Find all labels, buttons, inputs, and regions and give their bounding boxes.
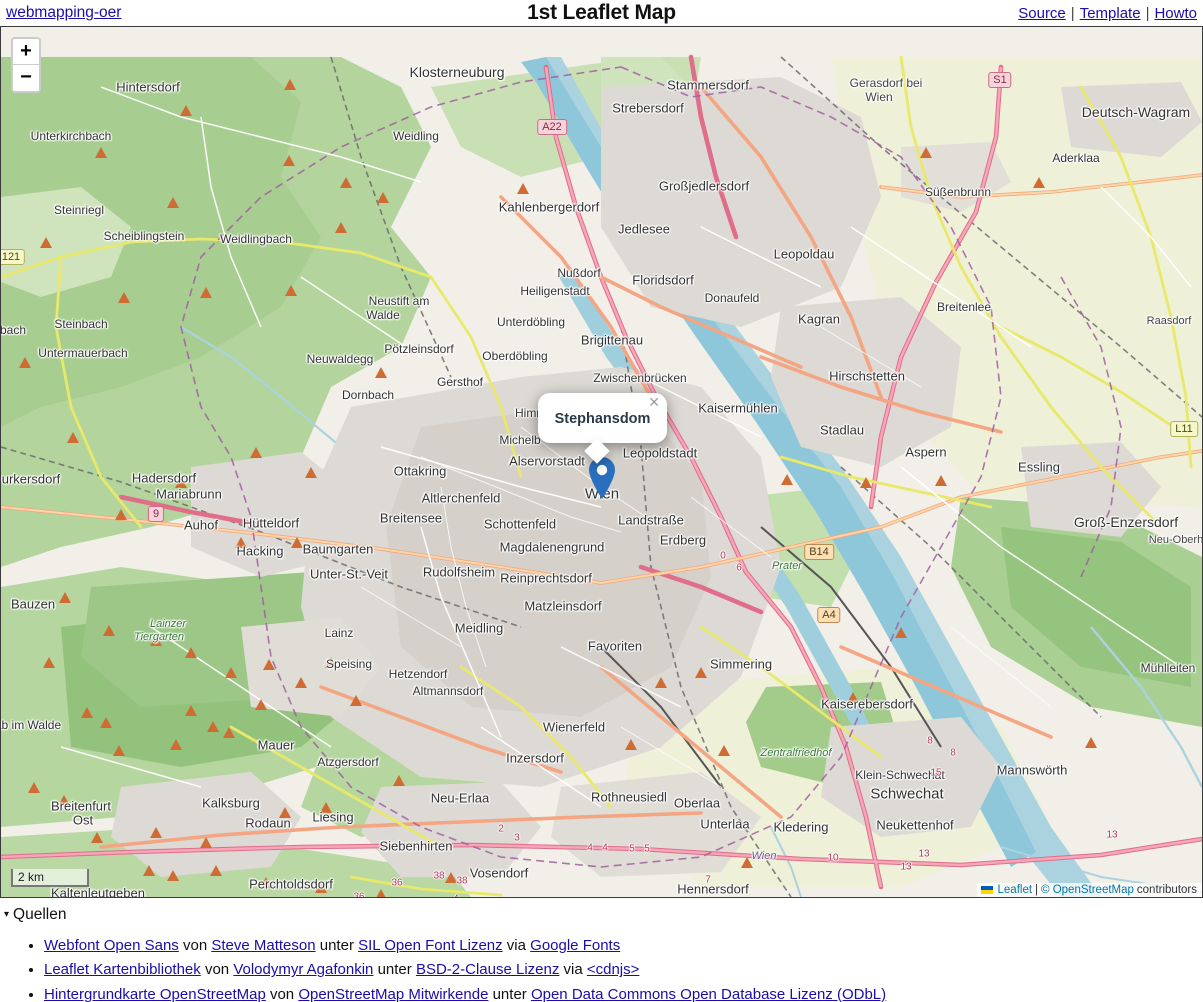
- source-link[interactable]: BSD-2-Clause Lizenz: [416, 961, 559, 978]
- map-attribution: Leaflet | © OpenStreetMap contributors: [976, 883, 1202, 897]
- nav-link-source[interactable]: Source: [1018, 5, 1066, 22]
- source-link[interactable]: SIL Open Font Lizenz: [358, 937, 503, 954]
- source-list-item: Hintergrundkarte OpenStreetMap von OpenS…: [44, 983, 1203, 1002]
- source-text: via: [502, 937, 531, 954]
- source-link[interactable]: Volodymyr Agafonkin: [233, 961, 373, 978]
- source-link[interactable]: <cdnjs>: [587, 961, 640, 978]
- zoom-in-button[interactable]: +: [13, 39, 39, 65]
- brand-link[interactable]: webmapping-oer: [6, 4, 121, 22]
- zoom-control: + −: [11, 37, 41, 93]
- close-icon[interactable]: ✕: [648, 395, 660, 409]
- popup-title: Stephansdom: [554, 411, 651, 427]
- map-popup[interactable]: ✕ Stephansdom: [538, 393, 667, 464]
- source-text: unter: [315, 937, 359, 954]
- chevron-down-icon: ▾: [4, 908, 10, 920]
- source-list-item: Webfont Open Sans von Steve Matteson unt…: [44, 934, 1203, 958]
- map-marker-pin[interactable]: [589, 457, 615, 499]
- sources-section: ▾ Quellen Webfont Open Sans von Steve Ma…: [0, 898, 1203, 1002]
- leaflet-link[interactable]: Leaflet: [998, 884, 1033, 896]
- source-link[interactable]: Leaflet Kartenbibliothek: [44, 961, 201, 978]
- source-text: von: [200, 961, 234, 979]
- source-link[interactable]: Hintergrundkarte OpenStreetMap: [44, 986, 266, 1002]
- sources-disclosure[interactable]: ▾ Quellen: [4, 906, 1203, 924]
- source-text: von: [265, 985, 299, 1002]
- zoom-out-button[interactable]: −: [13, 65, 39, 91]
- openstreetmap-link[interactable]: © OpenStreetMap: [1041, 884, 1134, 896]
- nav-link-howto[interactable]: Howto: [1154, 5, 1197, 22]
- header-nav: Source | Template | Howto: [1018, 5, 1197, 22]
- source-text: unter: [373, 961, 416, 979]
- scale-bar: 2 km: [11, 869, 89, 887]
- nav-link-template[interactable]: Template: [1080, 5, 1141, 22]
- source-link[interactable]: Webfont Open Sans: [44, 937, 179, 954]
- sources-list: Webfont Open Sans von Steve Matteson unt…: [4, 934, 1203, 1002]
- nav-separator: |: [1145, 4, 1150, 22]
- attribution-contributors: contributors: [1136, 884, 1197, 896]
- source-link[interactable]: OpenStreetMap Mitwirkende: [298, 986, 488, 1002]
- nav-separator: |: [1070, 4, 1075, 22]
- source-text: unter: [488, 985, 531, 1002]
- source-link[interactable]: Google Fonts: [530, 937, 620, 954]
- source-list-item: Leaflet Kartenbibliothek von Volodymyr A…: [44, 958, 1203, 982]
- ukraine-flag-icon: [980, 886, 993, 894]
- page-header: webmapping-oer 1st Leaflet Map Source | …: [0, 0, 1203, 26]
- source-link[interactable]: Open Data Commons Open Database Lizenz (…: [531, 986, 886, 1002]
- source-text: von: [178, 937, 212, 954]
- attribution-separator: |: [1035, 884, 1039, 896]
- popup-bubble: ✕ Stephansdom: [538, 393, 667, 443]
- sources-title: Quellen: [13, 906, 67, 923]
- source-text: via: [559, 961, 587, 979]
- leaflet-map[interactable]: Klosterneuburg Stammersdorf Gerasdorf bei W…: [0, 26, 1203, 898]
- source-link[interactable]: Steve Matteson: [211, 937, 315, 954]
